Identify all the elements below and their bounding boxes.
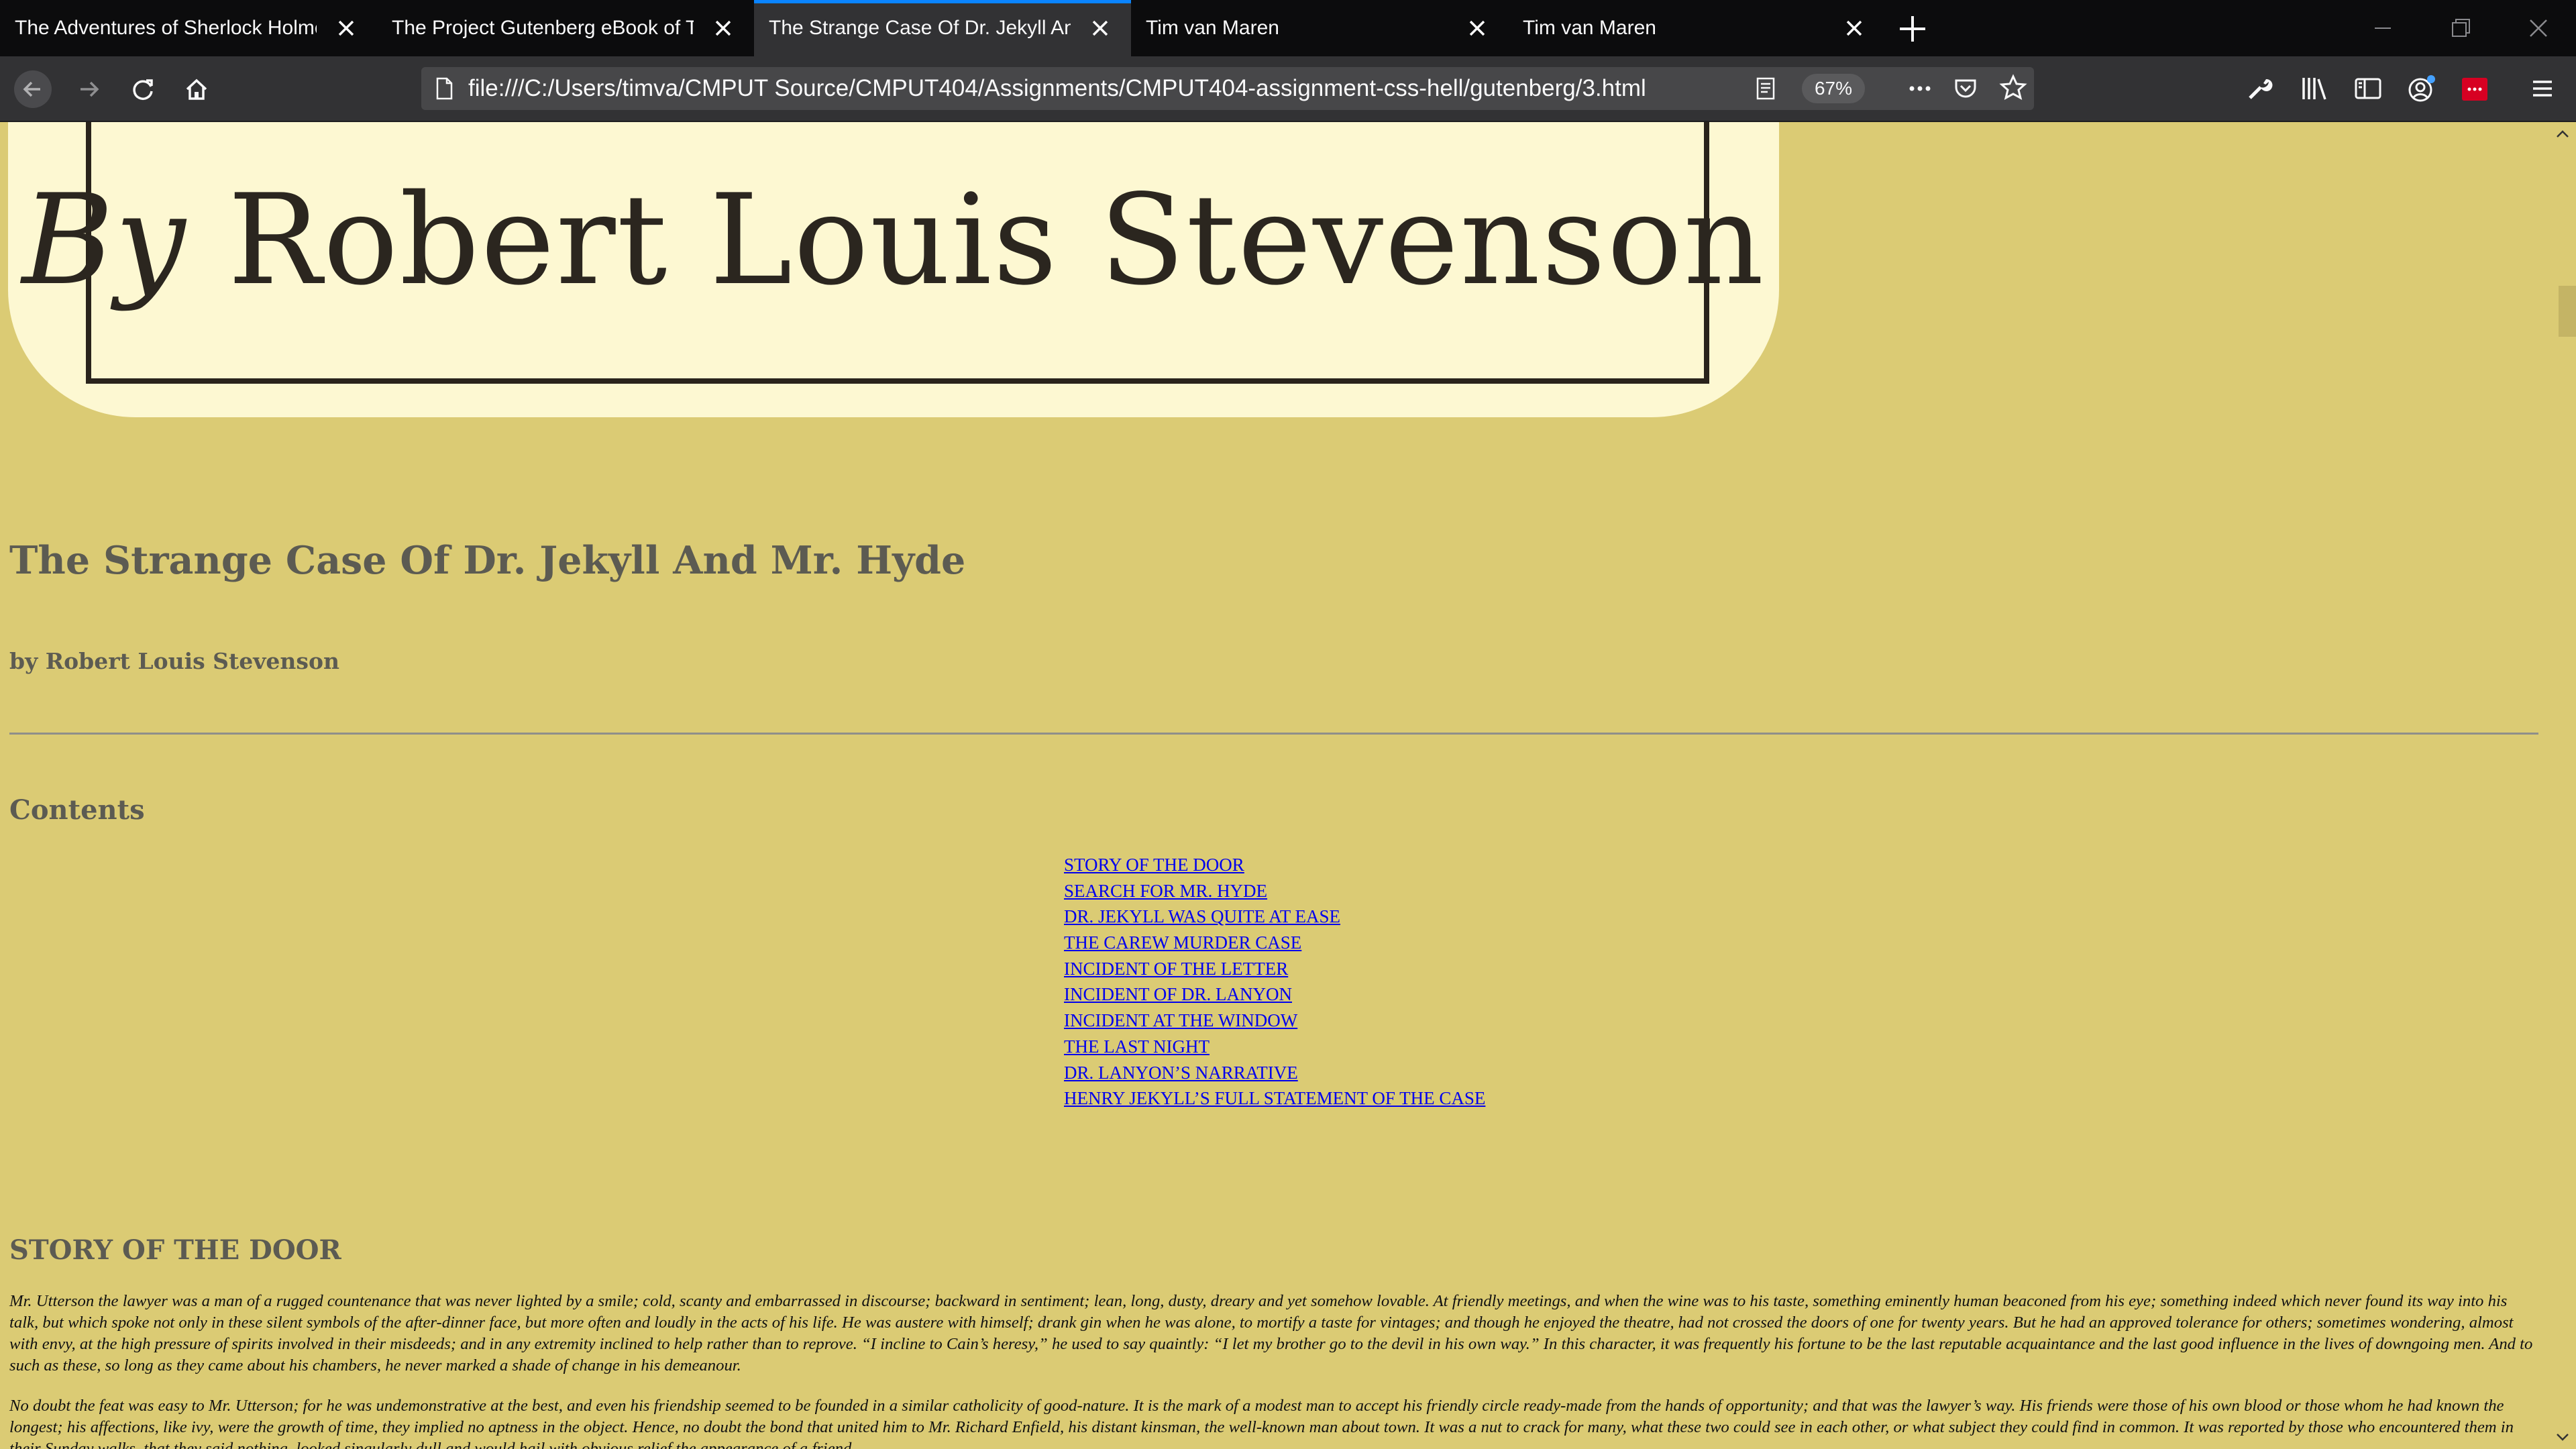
tab-sherlock-holmes[interactable]: The Adventures of Sherlock Holmes [0,0,377,56]
cover-author: Robert Louis Stevenson [227,167,1766,313]
close-tab-icon[interactable] [1464,15,1491,42]
scroll-down-icon[interactable] [2555,1430,2571,1444]
pocket-icon[interactable] [1952,75,1979,102]
toc-link-the-last-night[interactable]: THE LAST NIGHT [1064,1036,1210,1057]
menu-icon[interactable] [2529,75,2556,102]
scrollbar-thumb[interactable] [2559,286,2576,337]
cover-byline: By Robert Louis Stevenson [8,173,1779,307]
tab-title: The Project Gutenberg eBook of The [392,17,694,39]
reload-icon[interactable] [123,70,162,109]
tab-title: The Strange Case Of Dr. Jekyll And Mr. H… [769,17,1071,39]
tab-tim-van-maren-1[interactable]: Tim van Maren [1131,0,1508,56]
bookmark-star-icon[interactable] [1999,74,2027,102]
toc-link-carew-murder-case[interactable]: THE CAREW MURDER CASE [1064,932,1301,953]
back-icon[interactable] [13,70,52,109]
extension-icon[interactable] [2461,75,2489,103]
toc-item: INCIDENT OF THE LETTER [1064,956,1485,982]
page-title: The Strange Case Of Dr. Jekyll And Mr. H… [9,538,966,583]
chapter-heading: STORY OF THE DOOR [9,1234,341,1266]
page-icon[interactable] [432,76,456,101]
tab-strip: The Adventures of Sherlock Holmes The Pr… [0,0,2576,56]
scroll-up-icon[interactable] [2555,127,2571,141]
library-icon[interactable] [2300,75,2329,102]
account-icon[interactable] [2407,74,2436,103]
url-text[interactable]: file:///C:/Users/timva/CMPUT Source/CMPU… [468,75,1646,102]
sidebar-icon[interactable] [2353,75,2383,102]
toc-link-incident-of-dr-lanyon[interactable]: INCIDENT OF DR. LANYON [1064,984,1292,1004]
tab-tim-van-maren-2[interactable]: Tim van Maren [1508,0,1885,56]
toc-item: HENRY JEKYLL’S FULL STATEMENT OF THE CAS… [1064,1085,1485,1112]
close-window-icon[interactable] [2524,13,2553,43]
tab-title: Tim van Maren [1523,17,1656,39]
toc-link-story-of-the-door[interactable]: STORY OF THE DOOR [1064,855,1244,875]
toc-item: INCIDENT OF DR. LANYON [1064,981,1485,1008]
toc-link-incident-at-the-window[interactable]: INCIDENT AT THE WINDOW [1064,1010,1297,1030]
toc-item: STORY OF THE DOOR [1064,852,1485,878]
contents-heading: Contents [9,794,145,826]
toc-item: SEARCH FOR MR. HYDE [1064,878,1485,904]
author-line: by Robert Louis Stevenson [9,648,339,674]
tab-title: The Adventures of Sherlock Holmes [15,17,317,39]
minimize-icon[interactable] [2368,13,2398,43]
tab-project-gutenberg[interactable]: The Project Gutenberg eBook of The [377,0,754,56]
page-content: By Robert Louis Stevenson The Strange Ca… [0,122,2545,1449]
home-icon[interactable] [177,70,216,109]
toc-item: THE LAST NIGHT [1064,1034,1485,1060]
close-tab-icon[interactable] [1087,15,1114,42]
toc-item: INCIDENT AT THE WINDOW [1064,1008,1485,1034]
divider [9,733,2538,735]
vertical-scrollbar[interactable] [2545,122,2576,1449]
wrench-icon[interactable] [2246,75,2273,102]
toc-item: THE CAREW MURDER CASE [1064,930,1485,956]
close-tab-icon[interactable] [710,15,737,42]
reader-view-icon[interactable] [1752,75,1779,102]
toc-item: DR. LANYON’S NARRATIVE [1064,1060,1485,1086]
url-bar[interactable]: file:///C:/Users/timva/CMPUT Source/CMPU… [421,67,2034,110]
restore-icon[interactable] [2446,13,2475,43]
forward-icon[interactable] [70,70,109,109]
toc-link-search-for-mr-hyde[interactable]: SEARCH FOR MR. HYDE [1064,881,1267,901]
paragraph: No doubt the feat was easy to Mr. Utters… [9,1397,2514,1449]
more-icon[interactable] [1907,75,1933,102]
new-tab-icon[interactable] [1896,12,1929,46]
toc-link-henry-jekylls-statement[interactable]: HENRY JEKYLL’S FULL STATEMENT OF THE CAS… [1064,1088,1485,1108]
toc-link-dr-jekyll-was-quite-at-ease[interactable]: DR. JEKYLL WAS QUITE AT EASE [1064,906,1340,926]
tab-jekyll-hyde[interactable]: The Strange Case Of Dr. Jekyll And Mr. H… [754,0,1131,56]
cover-by: By [21,167,187,313]
close-tab-icon[interactable] [333,15,360,42]
navigation-toolbar: file:///C:/Users/timva/CMPUT Source/CMPU… [0,56,2576,122]
close-tab-icon[interactable] [1841,15,1868,42]
toc-link-incident-of-the-letter[interactable]: INCIDENT OF THE LETTER [1064,959,1288,979]
zoom-level[interactable]: 67% [1802,74,1865,103]
table-of-contents: STORY OF THE DOOR SEARCH FOR MR. HYDE DR… [1064,852,1485,1112]
paragraph: Mr. Utterson the lawyer was a man of a r… [9,1292,2533,1375]
book-cover-image: By Robert Louis Stevenson [8,122,1779,417]
toc-link-dr-lanyons-narrative[interactable]: DR. LANYON’S NARRATIVE [1064,1063,1298,1083]
tab-title: Tim van Maren [1146,17,1279,39]
toc-item: DR. JEKYLL WAS QUITE AT EASE [1064,904,1485,930]
